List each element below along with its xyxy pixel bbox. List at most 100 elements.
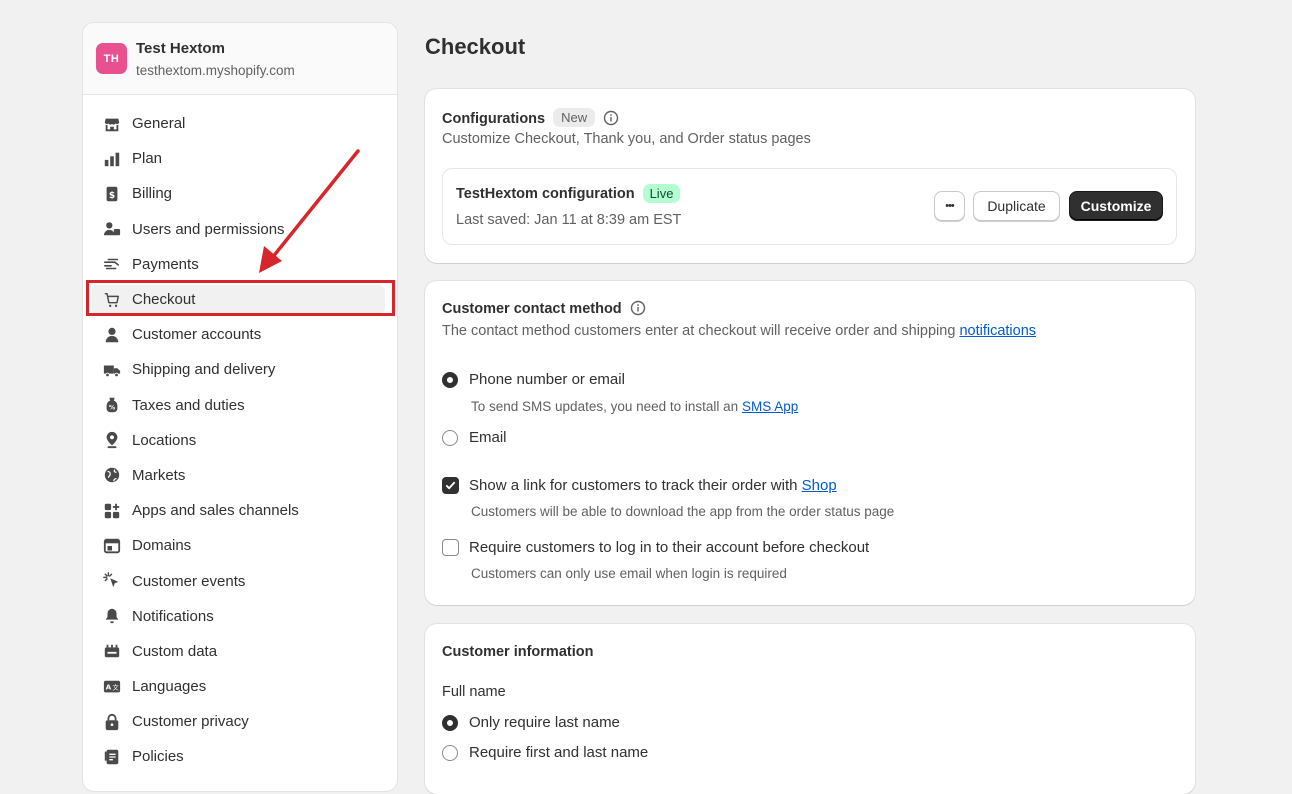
sidebar-item-customer-events[interactable]: Customer events [83,563,397,598]
sms-helper-text: To send SMS updates, you need to install… [471,399,798,414]
sidebar-item-payments[interactable]: Payments [83,247,397,282]
billing-icon: $ [103,185,121,203]
sidebar-item-label: Checkout [132,291,196,309]
sidebar-item-languages[interactable]: A文 Languages [83,669,397,704]
phone-or-email-radio[interactable] [442,371,458,388]
sidebar-item-checkout[interactable]: Checkout [83,282,397,317]
sidebar-item-label: Payments [132,255,199,273]
more-actions-button[interactable]: ••• [934,191,965,221]
sidebar-item-label: Billing [132,185,173,203]
phone-or-email-label: Phone number or email [469,371,625,388]
require-login-option[interactable]: Require customers to log in to their acc… [442,539,869,556]
lock-icon [103,713,121,731]
notifications-link[interactable]: notifications [959,323,1036,339]
email-radio[interactable] [442,429,458,446]
contact-method-header: Customer contact method [442,300,646,318]
configurations-card: Configurations New Customize Checkout, Th… [425,89,1195,263]
language-icon: A文 [103,678,121,696]
users-icon [103,220,121,238]
first-and-last-name-label: Require first and last name [469,744,649,761]
sidebar-item-taxes[interactable]: % Taxes and duties [83,388,397,423]
cursor-icon [103,572,121,590]
sidebar-item-label: Taxes and duties [132,396,245,414]
store-name: Test Hextom [136,40,225,57]
duplicate-button[interactable]: Duplicate [973,191,1060,221]
configurations-title: Configurations [442,111,546,127]
contact-method-description: The contact method customers enter at ch… [442,323,1036,339]
last-name-only-option[interactable]: Only require last name [442,714,620,731]
sidebar-item-label: Custom data [132,642,218,660]
contact-method-card: Customer contact method The contact meth… [425,281,1195,605]
sidebar-item-shipping[interactable]: Shipping and delivery [83,352,397,387]
last-name-only-radio[interactable] [442,714,458,731]
shop-link[interactable]: Shop [802,477,837,494]
sidebar-item-label: Locations [132,431,197,449]
sidebar-item-label: Apps and sales channels [132,502,299,520]
sidebar-item-label: Users and permissions [132,220,285,238]
require-login-checkbox[interactable] [442,539,459,556]
sidebar-item-domains[interactable]: Domains [83,528,397,563]
location-icon [103,431,121,449]
sidebar-item-label: Markets [132,466,186,484]
require-login-helper-text: Customers can only use email when login … [471,566,787,581]
live-badge: Live [642,184,681,203]
sms-helper-label: To send SMS updates, you need to install… [471,399,742,414]
sidebar-item-notifications[interactable]: Notifications [83,599,397,634]
page-title: Checkout [425,34,526,59]
customize-button[interactable]: Customize [1069,191,1163,221]
custom-data-icon [103,642,121,660]
sidebar-item-apps[interactable]: Apps and sales channels [83,493,397,528]
svg-text:A: A [106,682,112,691]
sidebar-item-plan[interactable]: Plan [83,141,397,176]
shop-link-label: Show a link for customers to track their… [469,477,837,494]
bell-icon [103,607,121,625]
policies-icon [103,748,121,766]
sidebar-item-custom-data[interactable]: Custom data [83,634,397,669]
configuration-name: TestHextom configuration [456,186,635,202]
sidebar-item-customer-privacy[interactable]: Customer privacy [83,704,397,739]
first-and-last-name-radio[interactable] [442,744,458,761]
svg-text:文: 文 [112,682,119,691]
first-and-last-name-option[interactable]: Require first and last name [442,744,648,761]
sidebar-item-label: Customer accounts [132,326,262,344]
cart-icon [103,291,121,309]
last-name-only-label: Only require last name [469,714,620,731]
taxes-icon: % [103,396,121,414]
customer-information-card: Customer information Full name Only requ… [425,624,1195,794]
customer-information-title: Customer information [442,644,594,660]
email-label: Email [469,429,507,446]
shop-link-checkbox[interactable] [442,477,459,494]
sms-app-link[interactable]: SMS App [742,399,798,414]
configuration-row: TestHextom configuration Live Last saved:… [442,168,1177,245]
svg-text:%: % [109,405,116,412]
sidebar-item-label: General [132,115,186,133]
sidebar-item-label: Notifications [132,607,214,625]
store-icon [103,115,121,133]
svg-text:$: $ [109,191,115,201]
sidebar-item-users[interactable]: Users and permissions [83,212,397,247]
sidebar-item-policies[interactable]: Policies [83,739,397,774]
configuration-name-row: TestHextom configuration Live [456,184,681,203]
sidebar-item-label: Policies [132,748,184,766]
sidebar-item-label: Customer privacy [132,713,249,731]
sidebar-item-label: Shipping and delivery [132,361,276,379]
sidebar-item-billing[interactable]: $ Billing [83,176,397,211]
sidebar-item-locations[interactable]: Locations [83,423,397,458]
info-icon[interactable] [630,300,646,316]
last-saved-text: Last saved: Jan 11 at 8:39 am EST [456,212,682,228]
store-header[interactable]: TH Test Hextom testhextom.myshopify.com [83,23,397,95]
store-avatar: TH [96,43,127,74]
truck-icon [103,361,121,379]
require-login-label: Require customers to log in to their acc… [469,539,870,556]
sidebar-item-customer-accounts[interactable]: Customer accounts [83,317,397,352]
sidebar-item-label: Domains [132,537,192,555]
sidebar-item-markets[interactable]: Markets [83,458,397,493]
shop-helper-text: Customers will be able to download the a… [471,504,895,519]
full-name-label: Full name [442,684,506,700]
shop-link-option[interactable]: Show a link for customers to track their… [442,477,837,494]
phone-or-email-option[interactable]: Phone number or email [442,371,625,388]
info-icon[interactable] [603,110,619,126]
email-option[interactable]: Email [442,429,507,446]
plan-icon [103,150,121,168]
sidebar-item-general[interactable]: General [83,106,397,141]
